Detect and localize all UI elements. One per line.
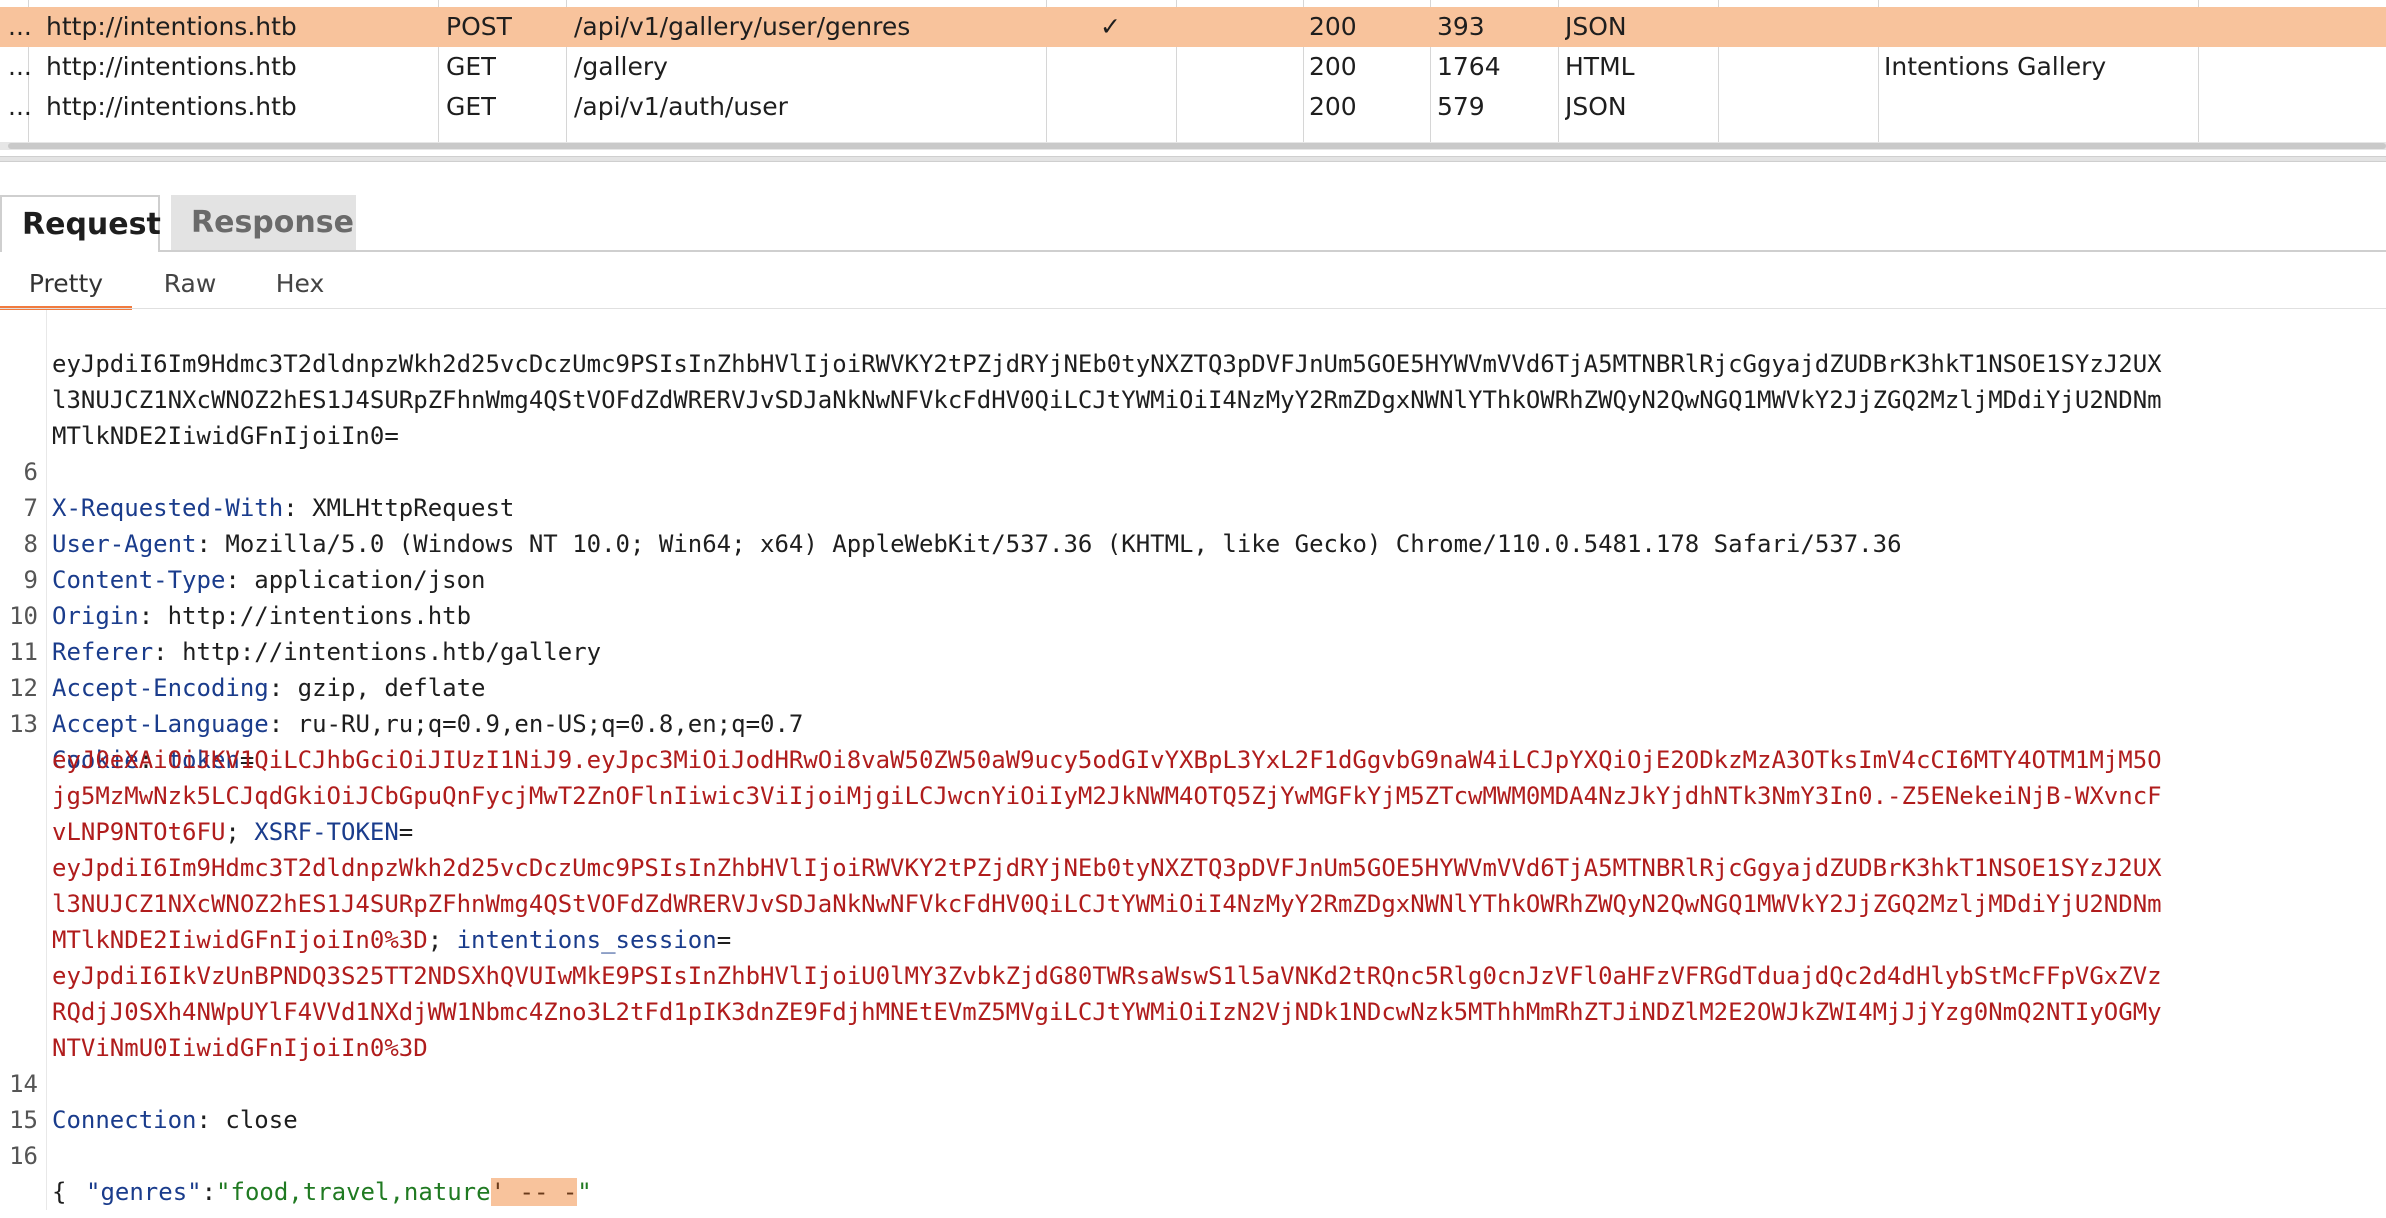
divider [0,308,2386,309]
wrapped-line: eyJpdiI6IkVzUnBPNDQ3S25TT2NDSXhQVUIwMkE9… [0,922,2386,990]
row-mime: HTML [1565,52,1635,81]
row-method: GET [446,52,497,81]
wrapped-line: MTlkNDE2IiwidGFnIjoiIn0%3D; intentions_s… [52,926,732,954]
row-length: 579 [1437,92,1485,121]
message-tabs: Request Response [0,195,2386,252]
row-url: /gallery [574,52,668,81]
row-length: 1764 [1437,52,1501,81]
wrapped-line: MTlkNDE2IiwidGFnIjoiIn0= [0,382,2386,450]
tab-response[interactable]: Response [171,195,356,250]
row-url: /api/v1/auth/user [574,92,788,121]
row-length: 393 [1437,12,1485,41]
row-host: http://intentions.htb [46,12,297,41]
wrapped-line: eyJpdiI6Im9Hdmc3T2dldnpzWkh2d25vcDczUmc9… [0,310,2386,378]
row-mime: JSON [1565,92,1627,121]
view-mode-tabs: Pretty Raw Hex [0,262,2386,310]
scrollbar-thumb[interactable] [8,143,2386,149]
table-row[interactable]: ... http://intentions.htb POST /api/v1/g… [0,7,2386,47]
body-line: } [0,1174,2386,1210]
cookie-header-line: 13 Cookie: token= [0,670,2386,774]
pane-splitter[interactable] [0,156,2386,162]
header-line: 7 User-Agent: Mozilla/5.0 (Windows NT 10… [0,454,2386,558]
horizontal-scrollbar[interactable] [0,142,2386,150]
header-line: 12 Accept-Language: ru-RU,ru;q=0.9,en-US… [0,634,2386,738]
body-line: 16 { [0,1102,2386,1206]
row-url: /api/v1/gallery/user/genres [574,12,911,41]
row-index: ... [8,12,32,41]
row-status: 200 [1309,12,1357,41]
header-line: 10 Referer: http://intentions.htb/galler… [0,562,2386,666]
tab-request[interactable]: Request [0,195,161,252]
row-title: Intentions Gallery [1884,52,2107,81]
row-method: GET [446,92,497,121]
wrapped-line: vLNP9NTOt6FU; XSRF-TOKEN= [52,818,414,846]
tab-pretty[interactable]: Pretty [0,262,132,310]
header-line: 14 Connection: close [0,1030,2386,1134]
blank-line: 15 [0,1066,2386,1134]
row-host: http://intentions.htb [46,52,297,81]
wrapped-line: RQdjJ0SXh4NWpUYlF4VVd1NXdjWW1Nbmc4Zno3L2… [0,958,2386,1026]
edited-check-icon: ✓ [1100,12,1121,41]
body-line: "genres":"food,travel,nature' -- -" [0,1138,2386,1206]
header-line: 9 Origin: http://intentions.htb [0,526,2386,630]
table-row[interactable]: ... http://intentions.htb GET /gallery 2… [0,47,2386,87]
wrapped-line: jg5MzMwNzk5LCJqdGkiOiJCbGpuQnFycjMwT2ZnO… [0,742,2386,810]
row-status: 200 [1309,92,1357,121]
header-line: 6 X-Requested-With: XMLHttpRequest [0,418,2386,522]
tab-raw[interactable]: Raw [145,262,235,306]
table-row[interactable]: ... http://intentions.htb GET /api/v1/au… [0,87,2386,127]
row-host: http://intentions.htb [46,92,297,121]
header-line: 11 Accept-Encoding: gzip, deflate [0,598,2386,702]
header-line: 8 Content-Type: application/json [0,490,2386,594]
wrapped-line: NTViNmU0IiwidGFnIjoiIn0%3D [0,994,2386,1062]
row-method: POST [446,12,512,41]
row-index: ... [8,52,32,81]
row-status: 200 [1309,52,1357,81]
wrapped-line: l3NUJCZ1NXcWNOZ2hES1J4SURpZFhnWmg4QStVOF… [0,850,2386,918]
tab-hex[interactable]: Hex [255,262,345,306]
request-editor[interactable]: eyJpdiI6Im9Hdmc3T2dldnpzWkh2d25vcDczUmc9… [0,310,2386,1210]
wrapped-line: l3NUJCZ1NXcWNOZ2hES1J4SURpZFhnWmg4QStVOF… [0,346,2386,414]
row-index: ... [8,92,32,121]
wrapped-line: eyJ0eXAiOiJKV1QiLCJhbGciOiJIUzI1NiJ9.eyJ… [0,706,2386,774]
proxy-history-table: ... http://intentions.htb POST /api/v1/g… [0,0,2386,150]
row-mime: JSON [1565,12,1627,41]
wrapped-line: eyJpdiI6Im9Hdmc3T2dldnpzWkh2d25vcDczUmc9… [0,814,2386,882]
